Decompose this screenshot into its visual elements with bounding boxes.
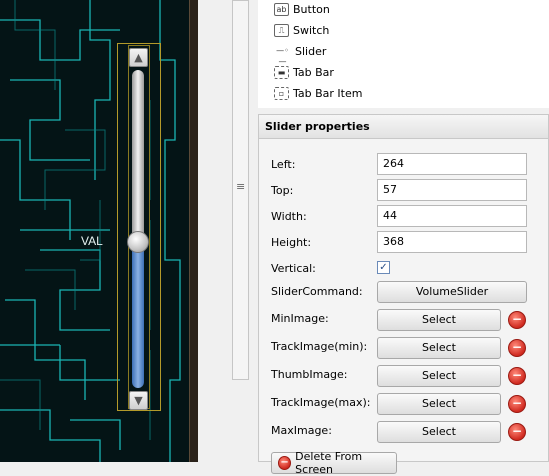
palette-item-label: Tab Bar Item bbox=[293, 86, 363, 100]
delete-icon: − bbox=[278, 456, 292, 470]
track-min-label: TrackImage(min): bbox=[271, 340, 368, 353]
height-label: Height: bbox=[271, 236, 312, 249]
palette-item-button[interactable]: ab Button bbox=[274, 0, 330, 18]
width-label: Width: bbox=[271, 210, 307, 223]
track-max-select-button[interactable]: Select bbox=[377, 393, 501, 415]
vertical-label: Vertical: bbox=[271, 262, 316, 275]
vertical-checkbox[interactable]: ✓ bbox=[377, 261, 390, 274]
tab-bar-item-icon: ▫ bbox=[274, 86, 289, 100]
max-image-label: MaxImage: bbox=[271, 424, 332, 437]
left-label: Left: bbox=[271, 158, 296, 171]
slider-value-label: VAL bbox=[81, 233, 103, 248]
slider-track-min[interactable] bbox=[132, 241, 144, 388]
slider-min-arrow-button[interactable]: ▼ bbox=[129, 391, 148, 410]
max-image-select-button[interactable]: Select bbox=[377, 421, 501, 443]
tab-bar-icon: ▬ bbox=[274, 65, 289, 79]
slider-thumb[interactable] bbox=[127, 230, 149, 253]
height-field[interactable]: 368 bbox=[377, 231, 527, 253]
min-image-select-button[interactable]: Select bbox=[377, 309, 501, 331]
track-min-remove-icon[interactable]: − bbox=[508, 339, 526, 357]
palette-item-label: Tab Bar bbox=[293, 65, 334, 79]
slider-command-label: SliderCommand: bbox=[271, 285, 363, 298]
left-field[interactable]: 264 bbox=[377, 153, 527, 175]
canvas-frame bbox=[189, 0, 198, 462]
widget-palette: ab Button ⎍ Switch —◦— Slider ▬ Tab Bar … bbox=[258, 0, 549, 108]
width-field[interactable]: 44 bbox=[377, 205, 527, 227]
splitter-grip-icon[interactable]: ≡ bbox=[236, 180, 245, 193]
design-canvas[interactable]: ▲ ▼ VAL bbox=[0, 0, 189, 462]
palette-item-tab-bar-item[interactable]: ▫ Tab Bar Item bbox=[274, 84, 362, 102]
max-image-remove-icon[interactable]: − bbox=[508, 423, 526, 441]
thumb-image-label: ThumbImage: bbox=[271, 368, 348, 381]
track-max-remove-icon[interactable]: − bbox=[508, 395, 526, 413]
palette-item-label: Slider bbox=[295, 44, 327, 58]
button-icon: ab bbox=[274, 2, 289, 16]
min-image-remove-icon[interactable]: − bbox=[508, 311, 526, 329]
delete-label: Delete From Screen bbox=[295, 450, 363, 476]
palette-item-label: Button bbox=[293, 2, 330, 16]
slider-command-button[interactable]: VolumeSlider bbox=[377, 281, 527, 303]
palette-item-switch[interactable]: ⎍ Switch bbox=[274, 21, 329, 39]
slider-properties-panel: Slider properties Left: 264 Top: 57 Widt… bbox=[258, 114, 549, 476]
panel-title: Slider properties bbox=[259, 115, 548, 139]
switch-icon: ⎍ bbox=[274, 23, 289, 37]
top-field[interactable]: 57 bbox=[377, 179, 527, 201]
thumb-image-select-button[interactable]: Select bbox=[377, 365, 501, 387]
delete-from-screen-button[interactable]: − Delete From Screen bbox=[271, 450, 397, 476]
thumb-image-remove-icon[interactable]: − bbox=[508, 367, 526, 385]
slider-icon: —◦— bbox=[276, 45, 289, 66]
slider-max-arrow-button[interactable]: ▲ bbox=[129, 48, 148, 67]
top-label: Top: bbox=[271, 184, 294, 197]
min-image-label: MinImage: bbox=[271, 312, 329, 325]
palette-item-tab-bar[interactable]: ▬ Tab Bar bbox=[274, 63, 334, 81]
slider-track-max[interactable] bbox=[132, 70, 144, 242]
palette-item-slider[interactable]: —◦— Slider bbox=[274, 42, 327, 66]
palette-item-label: Switch bbox=[293, 23, 330, 37]
track-min-select-button[interactable]: Select bbox=[377, 337, 501, 359]
track-max-label: TrackImage(max): bbox=[271, 396, 371, 409]
